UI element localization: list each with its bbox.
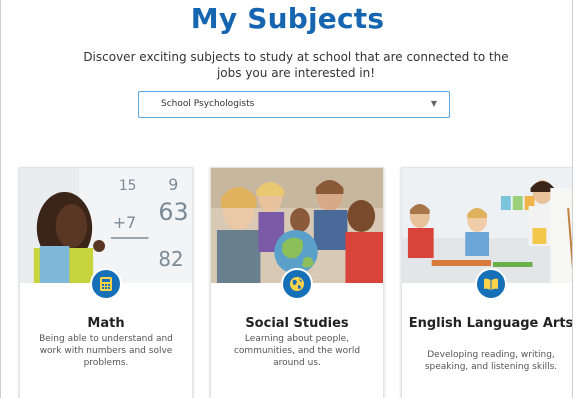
subject-card-english-language-arts[interactable]: English Language Arts Developing reading… (401, 167, 573, 398)
subject-description-english-language-arts: Developing reading, writing, speaking, a… (424, 350, 558, 372)
subject-card-math[interactable]: 15 9 63 +7 82 Math Being able to underst… (19, 167, 193, 398)
page-title: My Subjects (190, 2, 385, 35)
svg-text:+7: +7 (113, 213, 136, 232)
subject-title-math: Math (87, 316, 125, 331)
social-studies-photo (211, 168, 383, 283)
subject-title-social-studies: Social Studies (245, 316, 349, 331)
svg-text:15: 15 (119, 178, 137, 194)
book-icon (475, 268, 507, 300)
subject-card-social-studies[interactable]: Social Studies Learning about people, co… (210, 167, 384, 398)
english-language-arts-photo (402, 168, 572, 283)
page-subtitle: Discover exciting subjects to study at s… (83, 50, 509, 80)
page-frame: My Subjects Discover exciting subjects t… (0, 0, 573, 398)
chevron-down-icon: ▼ (430, 99, 437, 108)
math-photo: 15 9 63 +7 82 (20, 168, 192, 283)
career-select[interactable]: School Psychologists ▼ (138, 91, 450, 118)
subject-description-social-studies: Learning about people, communities, and … (233, 334, 361, 368)
svg-text:63: 63 (158, 198, 188, 226)
globe-icon (281, 268, 313, 300)
subject-description-math: Being able to understand and work with n… (39, 334, 173, 368)
career-select-value: School Psychologists (161, 99, 255, 109)
subject-title-english-language-arts: English Language Arts (408, 316, 573, 331)
svg-text:9: 9 (168, 175, 178, 194)
svg-text:82: 82 (158, 248, 183, 271)
calculator-icon (90, 268, 122, 300)
